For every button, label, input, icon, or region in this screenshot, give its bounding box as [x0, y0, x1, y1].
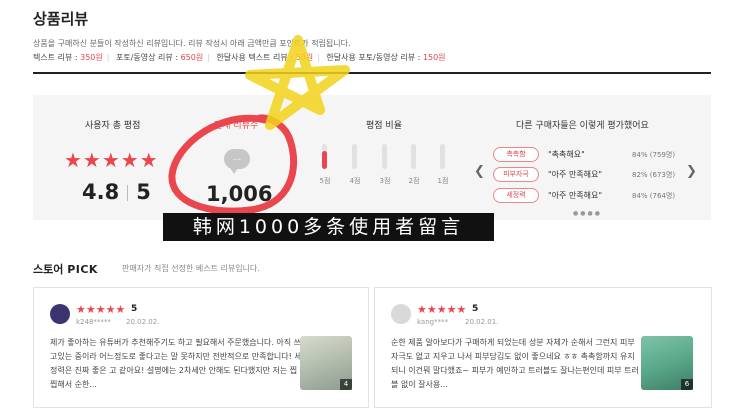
review-stars-icon: ★★★★★ — [417, 303, 467, 316]
eval-text: "아주 만족해요" — [548, 170, 603, 179]
review-user: kang**** — [417, 318, 449, 326]
rating-ratio-bar — [322, 144, 327, 169]
rating-ratio-bar — [352, 144, 357, 169]
rating-ratio-label: 4점 — [349, 177, 361, 185]
score-value: 4.8 — [82, 180, 120, 204]
average-score: 4.8 5 — [82, 180, 151, 204]
review-count: 1,006 — [206, 182, 273, 206]
eval-tag: 피부자극 — [493, 167, 539, 182]
review-body: 제가 좋아하는 유튜버가 추천해주기도 하고 필요해서 주문했습니다. 아직 쓰… — [50, 338, 302, 389]
speech-bubble-icon: ... — [224, 149, 250, 174]
reward-label: 한달사용 텍스트 리뷰 : — [216, 53, 296, 62]
rating-ratio-label: 3점 — [379, 177, 391, 185]
store-pick-title: 스토어 PICK — [33, 261, 98, 277]
reward-amount: 650원 — [180, 53, 204, 62]
rating-ratio-fill — [322, 151, 327, 169]
review-date: 20.02.02. — [126, 318, 160, 326]
carousel-prev-button[interactable]: ❮ — [474, 164, 485, 179]
carousel-next-button[interactable]: ❯ — [686, 164, 697, 179]
reward-amount: 350원 — [80, 53, 103, 62]
header-rule — [33, 72, 711, 74]
rating-ratio-label: 5점 — [319, 177, 331, 185]
reward-label: 텍스트 리뷰 : — [33, 53, 81, 62]
others-rating-title: 다른 구매자들은 이렇게 평가했어요 — [516, 121, 649, 131]
rating-ratio-bar — [382, 144, 387, 169]
review-date: 20.02.01. — [465, 318, 499, 326]
eval-tag: 촉촉함 — [493, 147, 539, 162]
reward-amount: 150원 — [422, 53, 446, 62]
reward-label: 포토/동영상 리뷰 : — [116, 53, 181, 62]
review-count-title: 전체 리뷰수 — [214, 121, 259, 131]
rating-ratio-bar — [411, 144, 416, 169]
divider: | — [317, 53, 320, 62]
review-body: 순한 제품 알아보다가 구매하게 되었는데 성분 자체가 순해서 그런지 피부 … — [391, 338, 639, 389]
reward-label: 한달사용 포토/동영상 리뷰 : — [326, 53, 423, 62]
photo-count: 6 — [681, 379, 693, 390]
reward-amount: 50원 — [295, 53, 314, 62]
eval-tag: 세정력 — [493, 188, 539, 203]
photo-count: 4 — [340, 379, 352, 390]
rating-ratio-label: 2점 — [408, 177, 420, 185]
star-rating-icon: ★★★★★ — [64, 148, 159, 172]
review-card[interactable]: ★★★★★ 5 k248***** 20.02.02. 제가 좋아하는 유튜버가… — [33, 287, 369, 408]
review-rating: 5 — [472, 304, 479, 314]
eval-percent: 84% (759명) — [632, 151, 676, 159]
review-user: k248***** — [76, 318, 111, 326]
store-pick-label: PICK — [67, 263, 98, 276]
review-card[interactable]: ★★★★★ 5 kang**** 20.02.01. 순한 제품 알아보다가 구… — [374, 287, 712, 408]
review-stars-icon: ★★★★★ — [76, 303, 126, 316]
rating-ratio-title: 평점 비율 — [366, 121, 402, 131]
eval-percent: 82% (673명) — [632, 171, 676, 179]
avg-rating-title: 사용자 총 평점 — [85, 121, 141, 131]
eval-text: "아주 만족해요" — [548, 191, 603, 200]
rating-ratio-bar — [440, 144, 445, 169]
avatar — [50, 304, 70, 324]
review-description: 상품을 구매하신 분들이 작성하신 리뷰입니다. 리뷰 작성시 아래 금액만큼 … — [33, 39, 351, 48]
carousel-dots[interactable]: ●●●● — [573, 210, 602, 217]
review-photo-thumbnail[interactable]: 4 — [300, 336, 352, 390]
eval-percent: 84% (764명) — [632, 192, 676, 200]
divider: | — [207, 53, 210, 62]
store-pick-prefix: 스토어 — [33, 263, 68, 276]
review-rating: 5 — [131, 304, 138, 314]
review-photo-thumbnail[interactable]: 6 — [641, 336, 693, 390]
page-title: 상품리뷰 — [33, 10, 89, 28]
divider: | — [106, 53, 110, 62]
score-max: 5 — [136, 180, 151, 204]
eval-text: "촉촉해요" — [548, 150, 585, 159]
divider — [127, 185, 129, 201]
store-pick-subtitle: 판매자가 직접 선정한 베스트 리뷰입니다. — [122, 264, 260, 273]
avatar — [391, 304, 411, 324]
reward-info: 텍스트 리뷰 : 350원 | 포토/동영상 리뷰 : 650원 | 한달사용 텍스… — [33, 52, 446, 63]
rating-ratio-label: 1점 — [437, 177, 449, 185]
overlay-caption: 韩网1000多条使用者留言 — [163, 213, 494, 241]
